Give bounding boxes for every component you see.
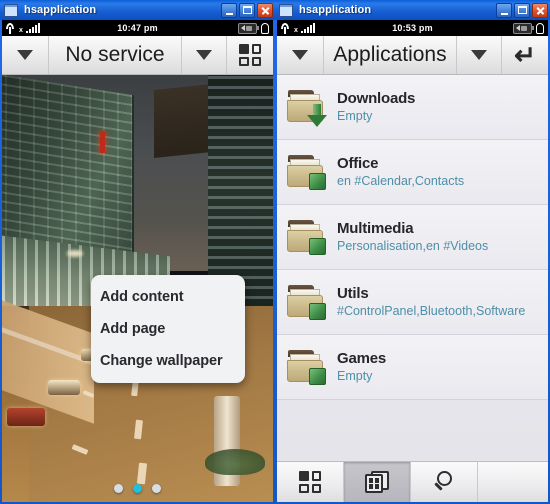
list-item-text: Downloads Empty — [337, 90, 542, 125]
list-item-subtitle: Empty — [337, 369, 373, 384]
list-item[interactable]: Multimedia Personalisation,en #Videos — [277, 205, 548, 270]
folder-icon — [286, 281, 328, 323]
minimize-button[interactable] — [221, 2, 237, 18]
grid-view-icon — [239, 44, 261, 66]
left-toolbar-title[interactable]: No service — [48, 36, 181, 74]
stack-view-icon — [365, 471, 389, 493]
window-home-screen: hsapplication x 10:47 pm No service Add … — [0, 0, 275, 504]
bottom-toolbar-filler — [478, 462, 548, 502]
menu-item-change-wallpaper[interactable]: Change wallpaper — [91, 345, 245, 377]
dual-window-screenshot: hsapplication x 10:47 pm No service Add … — [0, 0, 550, 504]
right-toolbar-dropdown-right[interactable] — [456, 36, 501, 74]
search-icon — [432, 470, 456, 494]
right-status-bar: x 10:53 pm — [277, 20, 548, 36]
left-window-controls — [221, 2, 273, 18]
right-toolbar-dropdown-left[interactable] — [277, 36, 323, 74]
back-arrow-icon: ↵ — [514, 40, 536, 70]
list-item-text: Games Empty — [337, 350, 542, 385]
list-item-subtitle: en #Calendar,Contacts — [337, 174, 465, 189]
wallpaper-shrub — [204, 448, 265, 475]
folder-download-icon — [286, 86, 328, 128]
context-menu[interactable]: Add content Add page Change wallpaper — [91, 275, 245, 383]
list-item-text: Multimedia Personalisation,en #Videos — [337, 220, 542, 255]
caret-down-icon — [196, 50, 212, 60]
right-window-controls — [496, 2, 548, 18]
menu-item-add-page[interactable]: Add page — [91, 313, 245, 345]
minimize-button[interactable] — [496, 2, 512, 18]
left-window-titlebar[interactable]: hsapplication — [0, 0, 275, 20]
left-toolbar-dropdown-right[interactable] — [181, 36, 226, 74]
list-item-subtitle: #ControlPanel,Bluetooth,Software — [337, 304, 526, 319]
left-status-time: 10:47 pm — [117, 23, 158, 33]
list-item-subtitle: Personalisation,en #Videos — [337, 239, 489, 254]
right-toolbar-title[interactable]: Applications — [323, 36, 456, 74]
list-item-title: Utils — [337, 284, 369, 302]
maximize-button[interactable] — [514, 2, 530, 18]
list-item[interactable]: Games Empty — [277, 335, 548, 400]
page-dot-2-active[interactable] — [133, 484, 142, 493]
lane-mark — [136, 462, 147, 485]
page-dot-1[interactable] — [114, 484, 123, 493]
close-button[interactable] — [257, 2, 273, 18]
right-window-titlebar[interactable]: hsapplication — [275, 0, 550, 20]
left-phone-toolbar: No service — [2, 36, 273, 75]
menu-item-add-content[interactable]: Add content — [91, 281, 245, 313]
list-item-title: Multimedia — [337, 219, 414, 237]
window-applications: hsapplication x 10:53 pm Applications ↵ … — [275, 0, 550, 504]
window-app-icon — [279, 3, 293, 17]
wallpaper-red-sign — [99, 130, 105, 153]
list-item[interactable]: Utils #ControlPanel,Bluetooth,Software — [277, 270, 548, 335]
home-screen-wallpaper[interactable]: Add content Add page Change wallpaper — [2, 75, 273, 502]
battery-icon — [238, 22, 259, 34]
left-window-title: hsapplication — [24, 4, 97, 16]
left-status-bar: x 10:47 pm — [2, 20, 273, 36]
page-indicator-dots — [2, 484, 273, 493]
right-bottom-toolbar — [277, 461, 548, 502]
voicemail-icon — [536, 22, 544, 34]
grid-view-icon — [299, 471, 321, 493]
caret-down-icon — [292, 50, 308, 60]
wallpaper-right-building — [207, 75, 273, 306]
list-item-title: Office — [337, 154, 379, 172]
list-item-text: Utils #ControlPanel,Bluetooth,Software — [337, 285, 542, 320]
list-item-title: Games — [337, 349, 387, 367]
page-dot-3[interactable] — [152, 484, 161, 493]
caret-down-icon — [17, 50, 33, 60]
list-item-subtitle: Empty — [337, 109, 373, 124]
left-toolbar-grid-button[interactable] — [226, 36, 273, 74]
maximize-button[interactable] — [239, 2, 255, 18]
caret-down-icon — [471, 50, 487, 60]
bottom-button-stack-view-selected[interactable] — [344, 462, 411, 502]
right-window-title: hsapplication — [299, 4, 372, 16]
bottom-button-grid-view[interactable] — [277, 462, 344, 502]
close-button[interactable] — [532, 2, 548, 18]
list-item-title: Downloads — [337, 89, 416, 107]
left-status-right-icons — [238, 22, 269, 34]
window-app-icon — [4, 3, 18, 17]
bottom-button-search[interactable] — [411, 462, 478, 502]
right-status-right-icons — [513, 22, 544, 34]
list-item[interactable]: Office en #Calendar,Contacts — [277, 140, 548, 205]
application-folder-list[interactable]: Downloads Empty Office en #Calendar,Cont… — [277, 75, 548, 461]
right-toolbar-back-button[interactable]: ↵ — [501, 36, 548, 74]
folder-icon — [286, 216, 328, 258]
folder-icon — [286, 151, 328, 193]
wallpaper-car — [7, 407, 46, 426]
voicemail-icon — [261, 22, 269, 34]
right-status-time: 10:53 pm — [392, 23, 433, 33]
right-window-body: x 10:53 pm Applications ↵ Downloads Empt… — [277, 20, 548, 502]
left-window-body: x 10:47 pm No service Add content Add pa… — [2, 20, 273, 502]
folder-icon — [286, 346, 328, 388]
list-item-text: Office en #Calendar,Contacts — [337, 155, 542, 190]
wallpaper-car — [48, 380, 81, 396]
right-phone-toolbar: Applications ↵ — [277, 36, 548, 75]
list-item[interactable]: Downloads Empty — [277, 75, 548, 140]
battery-icon — [513, 22, 534, 34]
left-toolbar-dropdown-left[interactable] — [2, 36, 48, 74]
